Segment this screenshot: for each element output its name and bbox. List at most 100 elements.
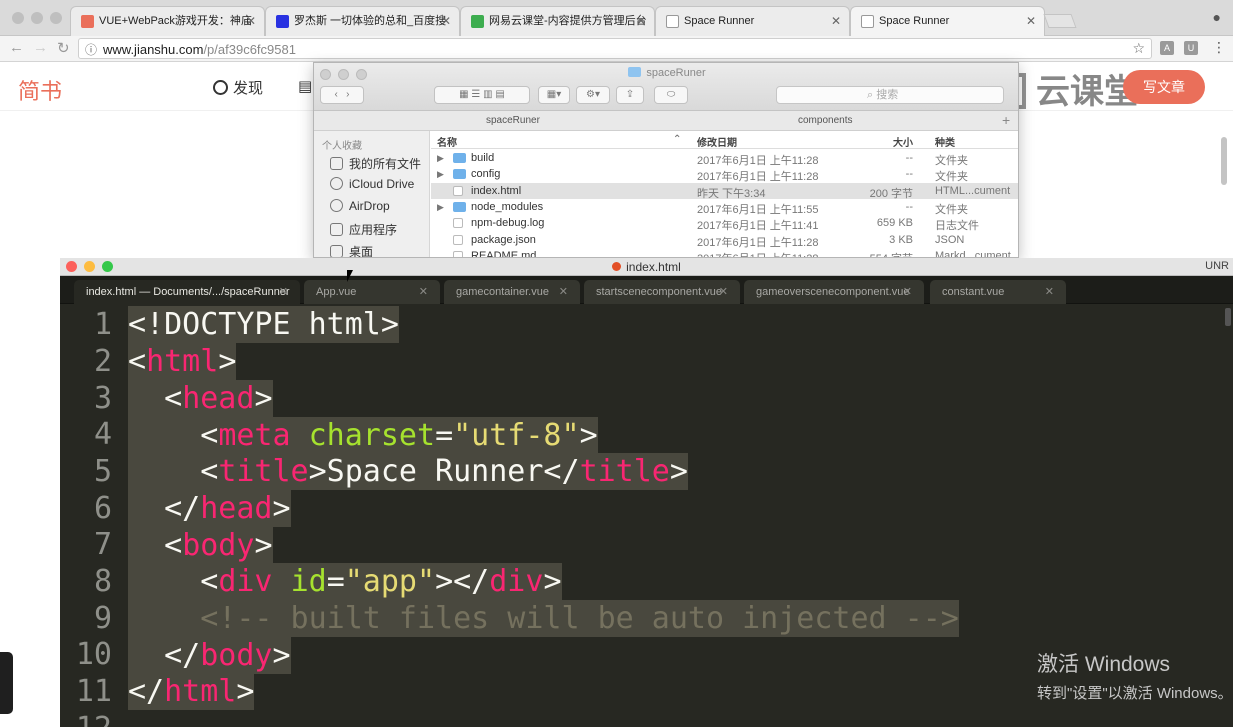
editor-scrollbar[interactable] <box>1225 308 1231 326</box>
nav-follow-icon[interactable]: ▤ <box>298 77 312 95</box>
close-window-button[interactable] <box>12 12 24 24</box>
punct-token: </ <box>128 638 201 673</box>
zoom-window-button[interactable] <box>50 12 62 24</box>
file-name: npm-debug.log <box>471 217 545 230</box>
file-row[interactable]: README.md 2017年6月1日 上午11:28 554 字节 Markd...… <box>431 248 1018 257</box>
column-date[interactable]: 修改日期 <box>697 134 737 149</box>
jianshu-logo[interactable]: 简书 <box>18 74 62 106</box>
share-icon[interactable]: ⇪ <box>616 86 644 104</box>
file-row[interactable]: ▶ node_modules 2017年6月1日 上午11:55 -- 文件夹 <box>431 199 1018 216</box>
extension-icon[interactable]: A <box>1160 41 1174 55</box>
sidebar-item-airdrop[interactable]: AirDrop <box>330 199 390 213</box>
sidebar-item-desktop[interactable]: 桌面 <box>330 243 373 257</box>
browser-tab-2[interactable]: 罗杰斯 一切体验的总和_百度搜 ✕ <box>265 6 460 36</box>
file-icon <box>453 234 463 245</box>
column-name[interactable]: 名称 <box>437 134 457 149</box>
editor-tab-constant[interactable]: constant.vue ✕ <box>930 280 1066 304</box>
sidebar-item-icloud[interactable]: iCloud Drive <box>330 177 414 191</box>
editor-tab-app-vue[interactable]: App.vue ✕ <box>304 280 440 304</box>
reload-icon[interactable]: ↻ <box>57 39 70 57</box>
address-bar[interactable]: ⓘ www.jianshu.com/p/af39c6fc9581 ☆ <box>78 38 1152 59</box>
folder-icon <box>453 153 466 163</box>
close-tab-icon[interactable]: ✕ <box>831 7 841 35</box>
browser-tab-3[interactable]: 网易云课堂-内容提供方管理后台 ✕ <box>460 6 655 36</box>
file-row[interactable]: ▶ config 2017年6月1日 上午11:28 -- 文件夹 <box>431 166 1018 183</box>
file-row[interactable]: npm-debug.log 2017年6月1日 上午11:41 659 KB 日志文件 <box>431 215 1018 232</box>
windows-activation-watermark: 激活 Windows 转到"设置"以激活 Windows。 <box>1037 648 1233 703</box>
close-tab-icon[interactable]: ✕ <box>279 280 288 304</box>
nav-discover[interactable]: 发现 <box>213 77 263 98</box>
punct-token: > <box>272 491 291 526</box>
browser-tab-strip: VUE+WebPack游戏开发：神庙 ✕ 罗杰斯 一切体验的总和_百度搜 ✕ 网… <box>0 0 1233 36</box>
back-forward-buttons[interactable]: ‹ › <box>320 86 364 104</box>
disclosure-triangle-icon[interactable]: ▶ <box>437 153 444 164</box>
punct-token: > <box>218 344 237 379</box>
punct-token: < <box>128 418 219 453</box>
tag-token: div <box>218 564 273 599</box>
sidebar-item-all-files[interactable]: 我的所有文件 <box>330 155 421 172</box>
page-scrollbar[interactable] <box>1221 137 1227 185</box>
applications-icon <box>330 223 343 236</box>
html-file-icon <box>612 262 622 271</box>
punct-token: > <box>254 381 273 416</box>
finder-tab-components[interactable]: components <box>798 115 852 126</box>
disclosure-triangle-icon[interactable]: ▶ <box>437 202 444 213</box>
close-tab-icon[interactable]: ✕ <box>719 280 728 304</box>
finder-titlebar: spaceRuner ‹ › ▦ ☰ ▥ ▤ ▦▾ ⚙▾ ⇪ ⬭ ⌕ 搜索 <box>314 63 1018 111</box>
add-tab-icon[interactable]: + <box>1002 112 1010 128</box>
close-tab-icon[interactable]: ✕ <box>1026 7 1036 35</box>
url-path: /p/af39c6fc9581 <box>203 42 296 57</box>
editor-title-text: index.html <box>626 260 681 274</box>
close-tab-icon[interactable]: ✕ <box>1045 280 1054 304</box>
tag-icon[interactable]: ⬭ <box>654 86 688 104</box>
file-row[interactable]: index.html 昨天 下午3:34 200 字节 HTML...cument <box>431 182 1018 200</box>
close-tab-icon[interactable]: ✕ <box>246 7 256 35</box>
close-tab-icon[interactable]: ✕ <box>441 7 451 35</box>
browser-tab-1[interactable]: VUE+WebPack游戏开发：神庙 ✕ <box>70 6 265 36</box>
editor-tab-gameoverscene[interactable]: gameoverscenecomponent.vue ✕ <box>744 280 924 304</box>
arrange-button[interactable]: ▦▾ <box>538 86 570 104</box>
close-tab-icon[interactable]: ✕ <box>636 7 646 35</box>
browser-tab-5[interactable]: Space Runner ✕ <box>850 6 1045 36</box>
editor-tab-gamecontainer[interactable]: gamecontainer.vue ✕ <box>444 280 580 304</box>
close-tab-icon[interactable]: ✕ <box>559 280 568 304</box>
view-mode-buttons[interactable]: ▦ ☰ ▥ ▤ <box>434 86 530 104</box>
finder-search-input[interactable]: ⌕ 搜索 <box>776 86 1004 104</box>
back-arrow-icon[interactable]: ← <box>9 39 24 56</box>
minimize-window-button[interactable] <box>31 12 43 24</box>
close-tab-icon[interactable]: ✕ <box>419 280 428 304</box>
sort-ascending-icon[interactable]: ⌃ <box>673 134 681 145</box>
extension-icon[interactable]: U <box>1184 41 1198 55</box>
menu-kebab-icon[interactable]: ⋮ <box>1212 39 1226 56</box>
finder-tab-spacerunner[interactable]: spaceRuner <box>486 115 540 126</box>
file-row[interactable]: package.json 2017年6月1日 上午11:28 3 KB JSON <box>431 232 1018 249</box>
finder-title: spaceRuner <box>314 67 1018 79</box>
tag-token: body <box>200 638 273 673</box>
tag-token: title <box>579 454 670 489</box>
browser-tab-4[interactable]: Space Runner ✕ <box>655 6 850 36</box>
forward-arrow-icon[interactable]: → <box>33 39 48 56</box>
editor-tab-index-html[interactable]: index.html — Documents/.../spaceRunner ✕ <box>74 280 300 304</box>
sidebar-item-applications[interactable]: 应用程序 <box>330 221 397 238</box>
new-tab-button[interactable] <box>1043 14 1077 28</box>
editor-tab-label: App.vue <box>316 286 357 298</box>
site-info-icon[interactable]: ⓘ <box>85 41 97 58</box>
punct-token: > <box>272 638 291 673</box>
action-gear-icon[interactable]: ⚙▾ <box>576 86 610 104</box>
write-article-button[interactable]: 写文章 <box>1123 70 1205 104</box>
bookmark-star-icon[interactable]: ☆ <box>1132 40 1145 57</box>
column-size[interactable]: 大小 <box>893 134 913 149</box>
search-placeholder: 搜索 <box>876 89 899 101</box>
close-tab-icon[interactable]: ✕ <box>903 280 912 304</box>
code-line-11: </html> <box>128 673 255 710</box>
profile-icon[interactable]: ● <box>1213 9 1221 25</box>
editor-tab-label: constant.vue <box>942 286 1005 298</box>
baidu-favicon-icon <box>276 15 289 28</box>
punct-token: < <box>128 454 219 489</box>
editor-tab-startscene[interactable]: startscenecomponent.vue ✕ <box>584 280 740 304</box>
file-size: -- <box>905 168 913 181</box>
punct-token: < <box>128 528 183 563</box>
disclosure-triangle-icon[interactable]: ▶ <box>437 169 444 180</box>
file-row[interactable]: ▶ build 2017年6月1日 上午11:28 -- 文件夹 <box>431 150 1018 167</box>
column-kind[interactable]: 种类 <box>935 134 955 149</box>
